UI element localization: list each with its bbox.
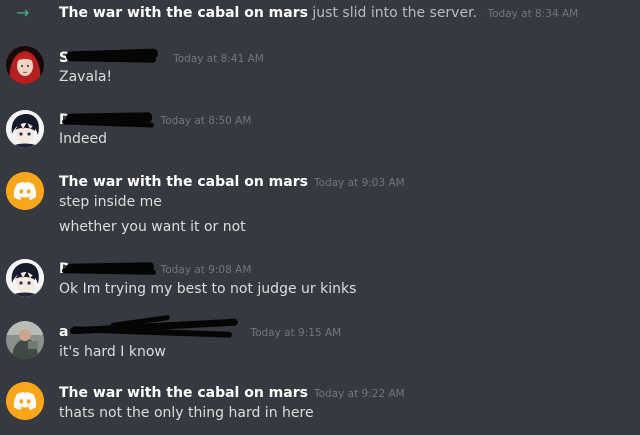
- timestamp[interactable]: Today at 8:41 AM: [173, 53, 264, 65]
- anime-boy-avatar[interactable]: [6, 259, 44, 297]
- discord-default-avatar[interactable]: [6, 382, 44, 420]
- message-group: DToday at 8:50 AM Indeed: [0, 108, 640, 158]
- message-group: S Today at 8:41 AM Zavala!: [0, 46, 640, 96]
- message-text: Indeed: [59, 131, 108, 147]
- photo-avatar[interactable]: [6, 321, 44, 359]
- join-description: just slid into the server.: [312, 5, 478, 21]
- discord-default-avatar[interactable]: [6, 172, 44, 210]
- message-group: The war with the cabal on mars Today at 9…: [0, 170, 640, 240]
- message-text: thats not the only thing hard in here: [59, 405, 314, 421]
- arrow-right-icon: →: [16, 3, 30, 22]
- username[interactable]: The war with the cabal on mars: [59, 174, 308, 190]
- timestamp[interactable]: Today at 9:15 AM: [250, 327, 341, 339]
- join-message-text: The war with the cabal on mars just slid…: [59, 4, 578, 23]
- chat-message-list: → The war with the cabal on mars just sl…: [0, 0, 640, 435]
- anime-boy-avatar[interactable]: [6, 110, 44, 148]
- message-header: The war with the cabal on mars Today at 9…: [59, 383, 405, 401]
- timestamp[interactable]: Today at 9:08 AM: [161, 264, 252, 276]
- message-group: The war with the cabal on mars Today at 9…: [0, 380, 640, 430]
- message-text: it's hard I know: [59, 344, 166, 360]
- timestamp[interactable]: Today at 8:50 AM: [161, 115, 252, 127]
- username[interactable]: The war with the cabal on mars: [59, 385, 308, 401]
- message-text: Ok Im trying my best to not judge ur kin…: [59, 281, 357, 297]
- message-header: The war with the cabal on mars Today at 9…: [59, 172, 405, 190]
- message-text: Zavala!: [59, 69, 113, 85]
- message-group: a Today at 9:15 AM it's hard I know: [0, 314, 640, 369]
- red-hair-avatar[interactable]: [6, 46, 44, 84]
- username[interactable]: a: [59, 324, 68, 340]
- join-username[interactable]: The war with the cabal on mars: [59, 5, 308, 21]
- system-join-message: → The war with the cabal on mars just sl…: [0, 0, 640, 26]
- message-group: DToday at 9:08 AM Ok Im trying my best t…: [0, 257, 640, 307]
- message-text: whether you want it or not: [59, 219, 246, 235]
- timestamp[interactable]: Today at 9:22 AM: [314, 388, 405, 400]
- join-timestamp[interactable]: Today at 8:34 AM: [487, 8, 578, 20]
- message-text: step inside me: [59, 194, 162, 210]
- timestamp[interactable]: Today at 9:03 AM: [314, 177, 405, 189]
